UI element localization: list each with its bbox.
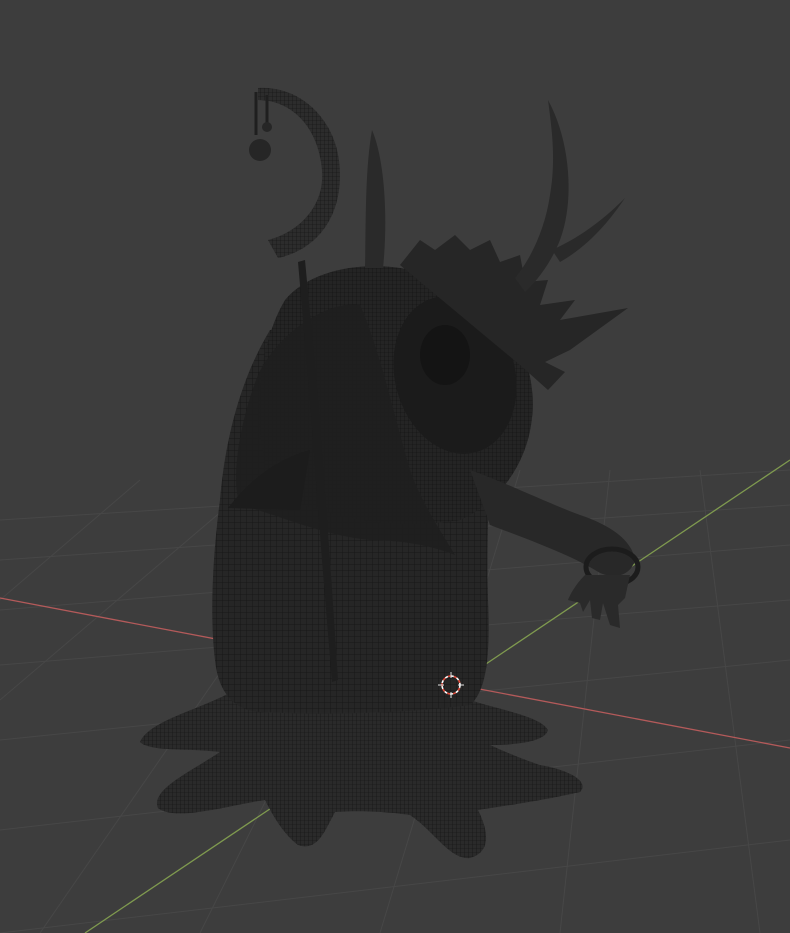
viewport-canvas[interactable] — [0, 0, 790, 933]
creature-hand — [568, 575, 630, 628]
creature-arm — [470, 470, 635, 576]
ornament-bead — [249, 139, 271, 161]
horn-left — [365, 130, 386, 268]
3d-viewport[interactable] — [0, 0, 790, 933]
horn-right-main — [515, 100, 569, 292]
creature-mesh[interactable] — [140, 87, 641, 859]
